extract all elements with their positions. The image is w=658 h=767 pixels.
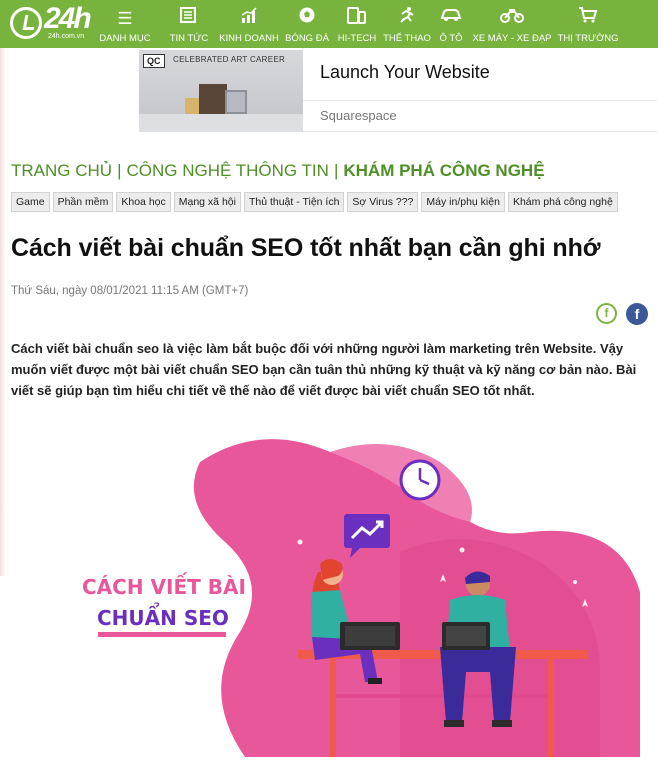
article-date: Thứ Sáu, ngày 08/01/2021 11:15 AM (GMT+7…: [11, 285, 249, 297]
soccer-ball-icon: [298, 6, 316, 29]
tag-thu-thuat[interactable]: Thủ thuật - Tiện ích: [243, 192, 345, 212]
newspaper-icon: [180, 6, 198, 29]
article-title: Cách viết bài chuẩn SEO tốt nhất bạn cần…: [11, 234, 601, 262]
logo-subtext: 24h.com.vn: [48, 33, 85, 40]
article-hero-image: CÁCH VIẾT BÀI CHUẨN SEO: [0, 432, 658, 767]
nav-item-label: XE MÁY - XE ĐẠP: [472, 33, 552, 44]
nav-item-label: THỊ TRƯỜNG: [557, 33, 619, 44]
ad-image-object: [199, 84, 227, 114]
clock-icon: [399, 459, 441, 501]
ad-image-floor: [139, 114, 303, 132]
nav-item-tin-tuc[interactable]: TIN TỨC: [160, 0, 218, 48]
breadcrumb-home[interactable]: TRANG CHỦ: [11, 161, 112, 181]
tag-mang-xa-hoi[interactable]: Mạng xã hội: [173, 192, 241, 212]
nav-item-bong-da[interactable]: BÓNG ĐÁ: [280, 0, 334, 48]
site-logo[interactable]: 24h 24h.com.vn: [0, 0, 92, 48]
nav-item-the-thao[interactable]: THỂ THAO: [380, 0, 434, 48]
nav-item-label: THỂ THAO: [383, 33, 431, 44]
advertisement-banner[interactable]: CELEBRATED ART CAREER QC Launch Your Web…: [139, 50, 657, 132]
tag-khoa-hoc[interactable]: Khoa học: [116, 192, 171, 212]
tag-so-virus[interactable]: Sợ Virus ???: [347, 192, 419, 212]
tag-may-in[interactable]: Máy in/phụ kiện: [421, 192, 505, 212]
breadcrumb: TRANG CHỦ | CÔNG NGHỆ THÔNG TIN | KHÁM P…: [11, 161, 545, 181]
nav-menu-button[interactable]: ☰ DANH MỤC: [90, 0, 160, 48]
phone-tablet-icon: [347, 6, 367, 29]
nav-item-thi-truong[interactable]: THỊ TRƯỜNG: [556, 0, 620, 48]
nav-item-xe-may-xe-dap[interactable]: XE MÁY - XE ĐẠP: [468, 0, 556, 48]
tag-kham-pha[interactable]: Khám phá công nghệ: [507, 192, 618, 212]
breadcrumb-section[interactable]: CÔNG NGHỆ THÔNG TIN: [126, 161, 328, 181]
top-navigation: 24h 24h.com.vn ☰ DANH MỤC TIN TỨC KINH D…: [0, 0, 658, 48]
ad-badge: QC: [143, 54, 165, 68]
nav-item-label: Ô TÔ: [439, 33, 463, 44]
breadcrumb-separator: |: [333, 161, 339, 180]
nav-item-label: TIN TỨC: [169, 33, 209, 44]
hamburger-icon: ☰: [117, 9, 133, 28]
ad-divider: [303, 100, 657, 101]
nav-item-o-to[interactable]: Ô TÔ: [434, 0, 468, 48]
ad-image: CELEBRATED ART CAREER QC: [139, 50, 303, 132]
car-icon: [440, 6, 462, 29]
breadcrumb-current[interactable]: KHÁM PHÁ CÔNG NGHỆ: [343, 161, 544, 181]
hero-underline: [98, 632, 226, 637]
tag-phan-mem[interactable]: Phần mềm: [52, 192, 114, 212]
bar-chart-icon: [240, 6, 258, 29]
nav-item-label: HI-TECH: [337, 33, 377, 44]
logo-number: 24h: [44, 2, 92, 35]
shopping-cart-icon: [578, 6, 598, 29]
nav-menu-label: DANH MỤC: [99, 33, 151, 44]
breadcrumb-separator: |: [117, 161, 122, 180]
facebook-share-icon[interactable]: f: [626, 303, 648, 325]
nav-item-hi-tech[interactable]: HI-TECH: [334, 0, 380, 48]
ad-image-text: CELEBRATED ART CAREER: [173, 55, 286, 64]
article-lead: Cách viết bài chuẩn seo là việc làm bắt …: [11, 341, 637, 398]
nav-item-label: BÓNG ĐÁ: [285, 33, 329, 44]
motorbike-icon: [500, 6, 524, 29]
ad-headline[interactable]: Launch Your Website: [320, 62, 490, 83]
nav-item-kinh-doanh[interactable]: KINH DOANH: [218, 0, 280, 48]
hero-line-1: CÁCH VIẾT BÀI: [82, 573, 246, 599]
share-icon[interactable]: f: [596, 303, 617, 324]
ad-image-object: [225, 90, 247, 114]
hero-line-2: CHUẨN SEO: [97, 604, 229, 630]
runner-icon: [398, 6, 416, 29]
ad-brand[interactable]: Squarespace: [320, 108, 397, 123]
nav-item-label: KINH DOANH: [219, 33, 279, 44]
hero-illustration: CÁCH VIẾT BÀI CHUẨN SEO: [82, 439, 640, 757]
tag-game[interactable]: Game: [11, 192, 50, 212]
category-tags: Game Phần mềm Khoa học Mạng xã hội Thủ t…: [11, 192, 618, 212]
clock-logo-icon: [10, 7, 42, 39]
